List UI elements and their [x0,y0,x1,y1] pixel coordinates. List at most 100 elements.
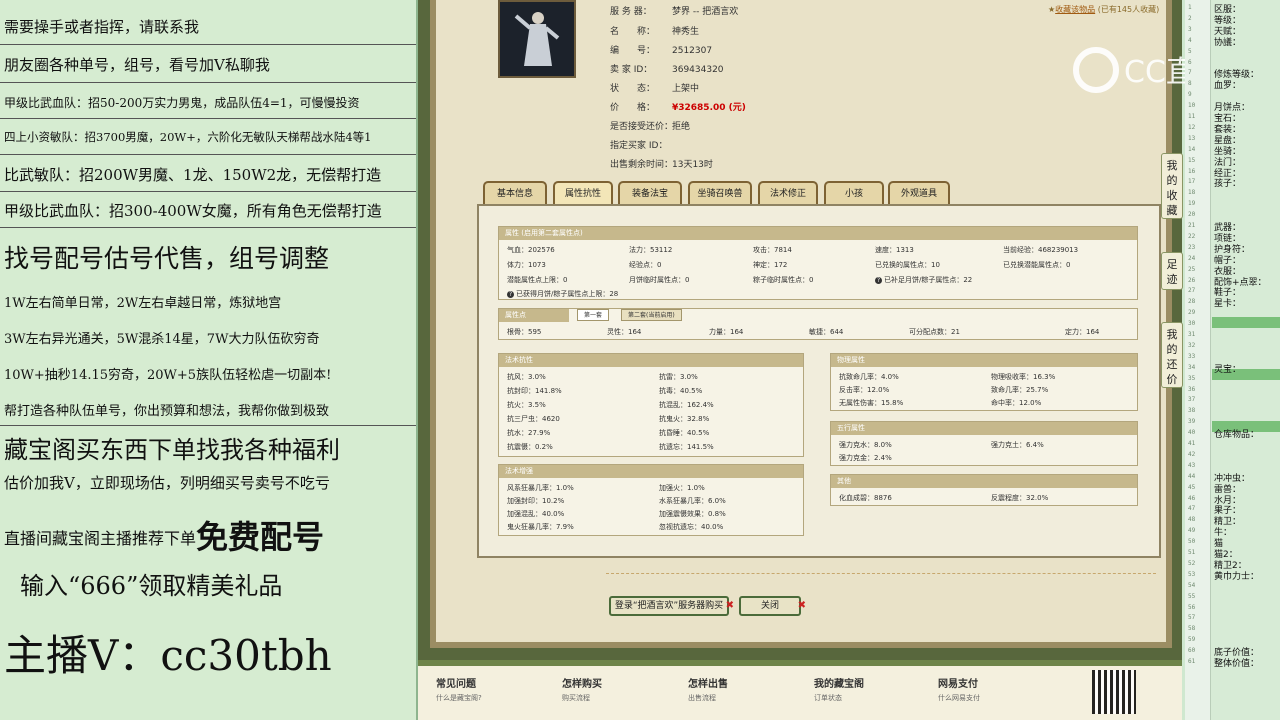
status-label: 状 态： [610,84,656,94]
help-icon[interactable]: ? [507,291,514,298]
line-number: 22 [1188,232,1196,240]
sidebar-tab-label: 我的还价 [1166,328,1178,386]
boost-value: 鬼火狂暴几率：7.9% [507,523,574,531]
boost-value: 风系狂暴几率：1.0% [507,484,574,492]
line-number: 53 [1188,570,1196,578]
divider [0,227,416,228]
footer-link[interactable]: 什么是藏宝阁? [436,693,482,703]
notes-line: 协議： [1214,37,1242,48]
name-value: 神秀生 [672,27,700,37]
attr-value: 当前经验：468239013 [1003,246,1079,254]
help-icon[interactable]: ? [875,277,882,284]
attr-value: 已兑换的属性点：10 [875,261,940,269]
game-window: 服 务 器： 梦界 -- 把酒言欢 名 称： 神秀生 编 号： 2512307 卖 家… [418,0,1182,720]
close-button[interactable]: 关闭 ✖ [739,596,806,616]
login-buy-button[interactable]: 登录“把酒言欢”服务器购买 ✖ [609,596,734,616]
bargain-value: 拒绝 [672,122,691,132]
line-number: 2 [1188,14,1192,22]
footer-link[interactable]: 什么网易支付 [938,693,980,703]
favorite-count: (已有145人收藏) [1097,5,1160,14]
line-number: 21 [1188,222,1196,229]
line-number: 16 [1188,167,1196,175]
id-label: 编 号： [610,46,656,56]
tab-point-set-2[interactable]: 第二套(当前启用) [621,309,682,321]
status-value: 上架中 [672,84,700,94]
footer-netease-pay[interactable]: 网易支付 [938,675,978,690]
phys-value: 致命几率：25.7% [991,386,1049,394]
promo-line: 四上小资敏队：招3700男魔，20W+，六阶化无敏队天梯帮战水陆4等1 [4,130,372,144]
price-label: 价 格： [610,103,656,113]
tab-attributes[interactable]: 属性抗性 [553,181,613,205]
name-label: 名 称： [610,27,656,37]
line-number: 32 [1188,341,1196,349]
promo-line: 朋友圈各种单号，组号，看号加V私聊我 [4,56,270,74]
line-number: 43 [1188,461,1196,469]
attr-value: ? 已补足月饼/粽子属性点：22 [875,275,972,285]
promo-line: 甲级比武血队：招300-400W女魔，所有角色无偿帮打造 [4,202,382,220]
point-value: 可分配点数：21 [909,328,960,336]
footer-how-buy[interactable]: 怎样购买 [562,675,602,690]
id-value: 2512307 [672,46,713,56]
tab-appearance[interactable]: 外观道具 [888,181,950,205]
line-number: 58 [1188,625,1196,633]
divider [0,44,416,45]
attribute-panel: 属性 (启用第二套属性点) 气血：202576 法力：53112 攻击：7814… [477,204,1161,558]
divider [0,154,416,155]
resist-value: 抗遗忘：141.5% [659,443,714,451]
sidebar-tab-history[interactable]: 足迹 [1161,252,1183,290]
notes-line: 孩子： [1214,179,1242,190]
price-value: ¥32685.00 (元) [672,103,746,113]
sidebar-tab-label: 足迹 [1166,258,1178,286]
other-value: 化血成碧：8876 [839,494,892,502]
tab-equipment[interactable]: 装备法宝 [618,181,682,205]
footer-faq[interactable]: 常见问题 [436,675,476,690]
resist-value: 抗风：3.0% [507,373,546,381]
footer-link[interactable]: 出售流程 [688,693,716,703]
other-section: 其他 化血成碧：8876 反震程度：32.0% [830,474,1138,506]
server-label: 服 务 器： [610,7,652,17]
tab-child[interactable]: 小孩 [824,181,884,205]
line-number: 12 [1188,123,1196,131]
tab-spell-correction[interactable]: 法术修正 [758,181,818,205]
promo-line: 估价加我V，立即现场估，列明细买号卖号不吃亏 [4,474,330,492]
attr-note: ? 已获得月饼/粽子属性点上限：28 [507,289,618,299]
wuxing-value: 强力克水：8.0% [839,441,892,449]
sidebar-tab-favorites[interactable]: 我的收藏 [1161,153,1183,219]
tab-point-set-1[interactable]: 第一套 [577,309,610,321]
line-number: 39 [1188,418,1196,426]
favorite-link[interactable]: ★收藏该物品 (已有145人收藏) [1048,4,1159,15]
tab-basic-info[interactable]: 基本信息 [483,181,547,205]
section-header: 属性点 [499,309,569,322]
promo-line: 3W左右异光通关，5W混杀14星，7W大力队伍砍穷奇 [4,332,320,347]
line-number: 26 [1188,276,1196,284]
notes-panel: 1 区服： 2 等级： 3 天赋： 4 协議： 5 6 7 修炼等级： 8 血罗： 9 10 月饼点： 11 宝石：… [1185,0,1280,720]
phys-value: 无属性伤害：15.8% [839,399,904,407]
sidebar-tab-bargain[interactable]: 我的还价 [1161,322,1183,388]
footer-how-sell[interactable]: 怎样出售 [688,675,728,690]
point-value: 根骨：595 [507,328,542,336]
line-number: 14 [1188,145,1196,153]
boost-value: 加强火：1.0% [659,484,705,492]
footer-link[interactable]: 订单状态 [814,693,842,703]
footer-my-cbg[interactable]: 我的藏宝阁 [814,675,864,690]
buyer-label: 指定买家 ID： [610,141,668,151]
line-number: 33 [1188,352,1196,360]
footer-link[interactable]: 购买流程 [562,693,590,703]
line-number: 37 [1188,396,1196,404]
resist-value: 抗混乱：162.4% [659,401,714,409]
notes-line: 星卡： [1214,299,1242,310]
line-number: 52 [1188,559,1196,567]
notes-line: 仓库物品： [1214,430,1260,441]
line-number: 51 [1188,549,1196,556]
promo-line: 甲级比武血队：招50-200万实力男鬼，成品队伍4=1，可慢慢投资 [4,96,360,110]
server-value: 梦界 -- 把酒言欢 [672,7,739,17]
divider [0,118,416,119]
resist-value: 抗毒：40.5% [659,387,703,395]
promo-line: 需要操手或者指挥，请联系我 [4,18,200,36]
line-number: 25 [1188,265,1196,273]
seller-value: 369434320 [672,65,724,75]
page-footer: 常见问题 怎样购买 怎样出售 我的藏宝阁 网易支付 什么是藏宝阁? 购买流程 出… [418,660,1182,720]
phys-value: 反击率：12.0% [839,386,890,394]
resist-value: 抗震慑：0.2% [507,443,553,451]
tab-mounts-pets[interactable]: 坐骑召唤兽 [688,181,752,205]
